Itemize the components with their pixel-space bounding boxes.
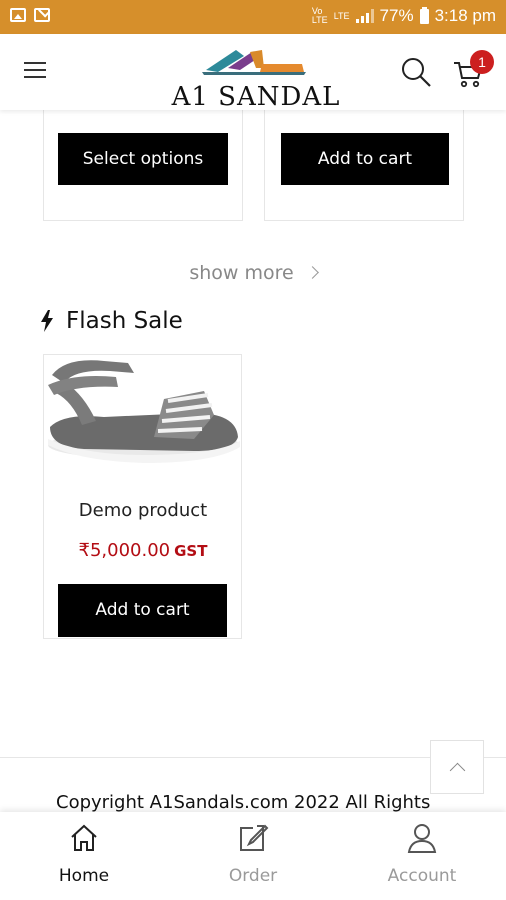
show-more-label: show more xyxy=(189,262,294,284)
product-card: Select options xyxy=(43,100,243,221)
cart-count-badge[interactable]: 1 xyxy=(470,50,494,74)
home-icon xyxy=(71,824,97,851)
volte-icon: Vo LTE xyxy=(311,6,328,25)
message-notification-icon xyxy=(34,8,50,22)
battery-percent: 77% xyxy=(379,6,414,25)
product-card: Add to cart xyxy=(264,100,464,221)
lte-label: LTE xyxy=(333,10,350,21)
add-to-cart-button[interactable]: Add to cart xyxy=(281,133,449,185)
brand-name: A1 SANDAL xyxy=(171,82,341,112)
brand-logo[interactable]: A1 SANDAL xyxy=(166,42,346,112)
tax-label: GST xyxy=(174,542,208,560)
show-more-link[interactable]: show more xyxy=(0,262,506,284)
product-image[interactable] xyxy=(44,355,241,467)
nav-label-home: Home xyxy=(58,866,110,886)
nav-item-account[interactable]: Account xyxy=(338,812,506,900)
menu-icon[interactable] xyxy=(24,62,46,78)
scroll-to-top-button[interactable] xyxy=(430,740,484,794)
battery-icon xyxy=(419,6,429,24)
status-bar: Vo LTE LTE 77% 3:18 pm xyxy=(0,0,506,34)
flash-sale-heading: Flash Sale xyxy=(40,308,183,334)
product-name[interactable]: Demo product xyxy=(44,500,242,521)
bottom-navigation: Home Order Account xyxy=(0,812,506,900)
notification-icons xyxy=(10,8,50,22)
nav-label-order: Order xyxy=(228,866,278,886)
price-amount: ₹5,000.00 xyxy=(78,540,171,561)
status-indicators: Vo LTE LTE 77% 3:18 pm xyxy=(312,6,496,26)
nav-item-order[interactable]: Order xyxy=(169,812,337,900)
signal-icon xyxy=(355,9,374,23)
sandal-logo-icon xyxy=(202,50,306,75)
edit-icon xyxy=(240,824,269,851)
nav-item-home[interactable]: Home xyxy=(0,812,168,900)
flash-sale-title: Flash Sale xyxy=(66,308,183,334)
search-icon[interactable] xyxy=(400,56,432,88)
clock: 3:18 pm xyxy=(434,6,496,25)
product-price: ₹5,000.00 GST xyxy=(44,540,242,561)
chevron-right-icon xyxy=(305,266,319,279)
lightning-icon xyxy=(41,310,53,332)
user-icon xyxy=(407,824,437,853)
gallery-notification-icon xyxy=(10,8,26,22)
nav-label-account: Account xyxy=(387,866,457,886)
copyright-text: Copyright A1Sandals.com 2022 All Rights xyxy=(56,792,431,813)
flash-add-to-cart-button[interactable]: Add to cart xyxy=(58,584,227,637)
app-header: A1 SANDAL 1 xyxy=(0,34,506,112)
select-options-button[interactable]: Select options xyxy=(58,133,228,185)
